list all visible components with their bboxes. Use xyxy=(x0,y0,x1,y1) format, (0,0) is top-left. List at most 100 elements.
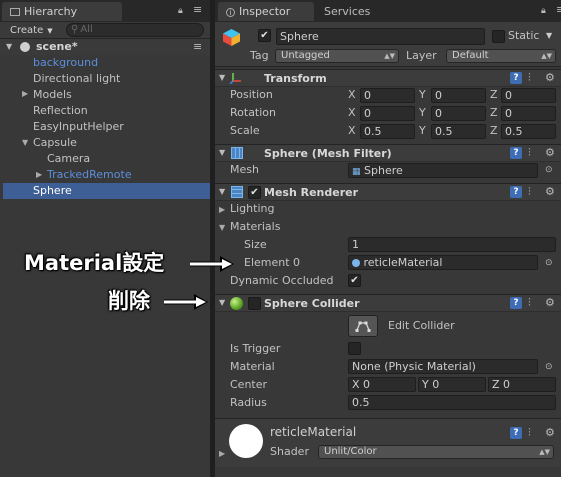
expand-arrow-icon[interactable]: ▶ xyxy=(22,89,28,98)
lock-icon[interactable]: 🔒︎ xyxy=(541,4,546,18)
help-icon[interactable]: ? xyxy=(510,297,522,309)
help-icon[interactable]: ? xyxy=(510,72,522,84)
position-z-field[interactable]: 0 xyxy=(501,88,556,103)
hierarchy-item-background[interactable]: background xyxy=(33,55,98,71)
gear-icon[interactable]: ⚙ xyxy=(545,185,555,199)
rotation-z-field[interactable]: 0 xyxy=(501,106,556,121)
hierarchy-item-easyinputhelper[interactable]: EasyInputHelper xyxy=(33,119,124,135)
gear-icon[interactable]: ⚙ xyxy=(545,426,555,440)
hierarchy-item-sphere-selected[interactable]: Sphere xyxy=(3,183,210,199)
physic-material-field[interactable]: None (Physic Material) xyxy=(348,359,538,374)
gear-icon[interactable]: ⚙ xyxy=(545,296,555,310)
center-y-field[interactable]: Y 0 xyxy=(418,377,486,392)
mesh-renderer-enabled-checkbox[interactable]: ✔ xyxy=(248,186,261,199)
shader-dropdown[interactable]: Unlit/Color ▲▼ xyxy=(318,445,554,459)
collapse-arrow-icon[interactable]: ▼ xyxy=(219,70,225,86)
is-trigger-checkbox[interactable] xyxy=(348,342,361,355)
mesh-renderer-title: Mesh Renderer xyxy=(264,186,359,199)
preset-icon[interactable]: ⫶ xyxy=(528,71,531,85)
grid-icon xyxy=(231,186,243,198)
size-label: Size xyxy=(244,238,267,251)
scale-y-field[interactable]: 0.5 xyxy=(431,124,486,139)
expand-arrow-icon[interactable]: ▼ xyxy=(6,42,12,51)
hierarchy-item-camera[interactable]: Camera xyxy=(47,151,90,167)
lock-icon[interactable]: 🔒︎ xyxy=(178,4,183,18)
static-dropdown-arrow-icon[interactable]: ▼ xyxy=(546,31,552,40)
position-label: Position xyxy=(230,88,273,101)
axis-y-label: Y xyxy=(419,88,426,101)
scene-menu-icon[interactable]: ≡ xyxy=(193,40,202,54)
tab-inspector[interactable]: i Inspector xyxy=(218,2,314,21)
collapse-arrow-icon[interactable]: ▼ xyxy=(22,138,28,147)
menu-icon[interactable]: ≡ xyxy=(556,3,561,17)
dynamic-occluded-checkbox[interactable]: ✔ xyxy=(348,274,361,287)
material-sphere-icon xyxy=(352,259,360,267)
tab-hierarchy[interactable]: Hierarchy xyxy=(2,2,122,21)
radius-field[interactable]: 0.5 xyxy=(348,395,556,410)
expand-arrow-icon[interactable]: ▶ xyxy=(36,170,42,179)
hierarchy-item-models[interactable]: Models xyxy=(33,87,72,103)
hierarchy-item-trackedremote[interactable]: TrackedRemote xyxy=(47,167,132,183)
physic-material-label: Material xyxy=(230,360,275,373)
menu-icon[interactable]: ≡ xyxy=(193,3,202,17)
axis-x-label: X xyxy=(348,88,356,101)
mesh-field[interactable]: ▦ Sphere xyxy=(348,163,538,178)
collapse-arrow-icon[interactable]: ▼ xyxy=(219,295,225,311)
expand-arrow-icon[interactable]: ▶ xyxy=(219,449,225,458)
help-icon[interactable]: ? xyxy=(510,186,522,198)
gear-icon[interactable]: ⚙ xyxy=(545,71,555,85)
element0-material-field[interactable]: reticleMaterial xyxy=(348,255,538,270)
tag-dropdown[interactable]: Untagged ▲▼ xyxy=(275,49,399,63)
search-input[interactable]: ⚲ All xyxy=(66,23,204,37)
object-name-field[interactable]: Sphere xyxy=(276,28,485,45)
help-icon[interactable]: ? xyxy=(510,427,522,439)
help-icon[interactable]: ? xyxy=(510,147,522,159)
hierarchy-tabbar: Hierarchy 🔒︎ ≡ xyxy=(0,0,210,22)
layer-dropdown[interactable]: Default ▲▼ xyxy=(446,49,556,63)
materials-size-field[interactable]: 1 xyxy=(348,237,556,252)
tab-services[interactable]: Services xyxy=(319,2,399,21)
gear-icon[interactable]: ⚙ xyxy=(545,146,555,160)
active-checkbox[interactable]: ✔ xyxy=(258,29,271,42)
rotation-label: Rotation xyxy=(230,106,277,119)
axis-z-label: Z xyxy=(490,124,498,137)
position-x-field[interactable]: 0 xyxy=(360,88,415,103)
mesh-label: Mesh xyxy=(230,163,259,176)
hierarchy-item-reflection[interactable]: Reflection xyxy=(33,103,88,119)
collapse-arrow-icon[interactable]: ▼ xyxy=(219,145,225,161)
chevron-updown-icon: ▲▼ xyxy=(541,52,552,60)
scene-row[interactable]: ▼ scene* ≡ xyxy=(0,39,210,55)
chevron-updown-icon: ▲▼ xyxy=(539,448,550,456)
create-dropdown[interactable]: Create ▼ xyxy=(10,24,53,37)
preset-icon[interactable]: ⫶ xyxy=(528,146,531,160)
preset-icon[interactable]: ⫶ xyxy=(528,296,531,310)
preset-icon[interactable]: ⫶ xyxy=(528,426,531,440)
collapse-arrow-icon[interactable]: ▼ xyxy=(219,184,225,200)
center-x-field[interactable]: X 0 xyxy=(348,377,416,392)
static-checkbox[interactable] xyxy=(492,30,505,43)
object-picker-icon[interactable]: ⊙ xyxy=(545,163,553,177)
hierarchy-item-capsule[interactable]: Capsule xyxy=(33,135,77,151)
preset-icon[interactable]: ⫶ xyxy=(528,185,531,199)
position-y-field[interactable]: 0 xyxy=(431,88,486,103)
object-picker-icon[interactable]: ⊙ xyxy=(545,256,553,270)
sphere-collider-enabled-checkbox[interactable] xyxy=(248,297,261,310)
info-icon: i xyxy=(226,8,235,17)
grid-icon xyxy=(231,147,243,159)
collapse-arrow-icon[interactable]: ▼ xyxy=(219,223,225,232)
object-picker-icon[interactable]: ⊙ xyxy=(545,360,553,374)
hierarchy-item-directional-light[interactable]: Directional light xyxy=(33,71,120,87)
axis-z-label: Z xyxy=(490,88,498,101)
expand-arrow-icon[interactable]: ▶ xyxy=(219,205,225,214)
edit-collider-button[interactable] xyxy=(348,315,378,337)
scale-x-field[interactable]: 0.5 xyxy=(360,124,415,139)
materials-foldout[interactable]: Materials xyxy=(230,220,280,234)
axis-x-label: X xyxy=(348,106,356,119)
material-preview-icon xyxy=(229,424,263,458)
rotation-x-field[interactable]: 0 xyxy=(360,106,415,121)
lighting-foldout[interactable]: Lighting xyxy=(230,202,274,216)
rotation-y-field[interactable]: 0 xyxy=(431,106,486,121)
scale-z-field[interactable]: 0.5 xyxy=(501,124,556,139)
search-icon: ⚲ xyxy=(71,24,79,35)
center-z-field[interactable]: Z 0 xyxy=(488,377,556,392)
